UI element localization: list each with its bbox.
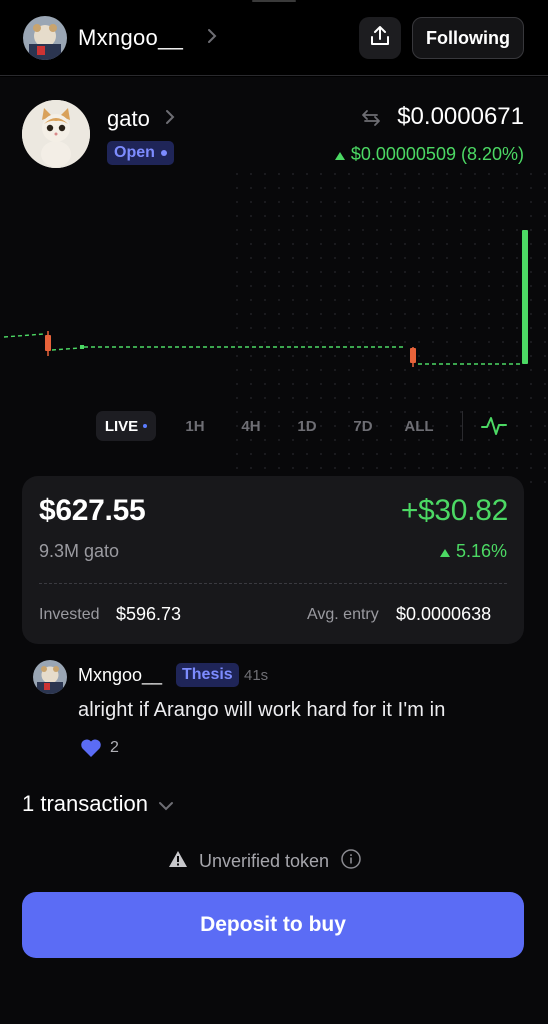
pnl-percent: 5.16% (439, 541, 507, 562)
transactions-toggle[interactable]: 1 transaction (22, 791, 174, 817)
position-value: $627.55 (39, 494, 146, 527)
swap-icon[interactable] (361, 108, 381, 133)
pulse-icon[interactable] (481, 415, 507, 442)
chevron-down-icon (158, 791, 174, 817)
chart-line-segment (51, 347, 81, 351)
thesis-badge: Thesis (176, 663, 239, 687)
candle-down (410, 348, 416, 363)
token-avatar[interactable] (22, 100, 90, 168)
drag-handle[interactable] (252, 0, 296, 2)
following-button[interactable]: Following (412, 17, 524, 59)
live-dot (143, 424, 148, 428)
unverified-notice: Unverified token (168, 848, 362, 875)
comment-text: alright if Arango will work hard for it … (78, 699, 446, 721)
tab-7d[interactable]: 7D (335, 418, 391, 435)
avg-entry-value: $0.0000638 (396, 604, 492, 624)
invested-label: Invested (39, 606, 100, 623)
position-card: $627.55 +$30.82 9.3M gato 5.16% Invested… (22, 476, 524, 644)
chart-line-segment (3, 333, 45, 338)
comment-avatar[interactable] (33, 660, 67, 694)
share-button[interactable] (359, 17, 401, 59)
tab-1d[interactable]: 1D (279, 418, 335, 435)
candle-up (522, 230, 528, 364)
tab-4h[interactable]: 4H (223, 418, 279, 435)
top-bar: Mxngoo__ Following (0, 0, 548, 76)
warning-icon (168, 850, 188, 873)
comment-time: 41s (244, 667, 269, 684)
position-pnl: +$30.82 (400, 494, 508, 527)
heart-icon[interactable] (80, 738, 102, 763)
status-dot (160, 150, 167, 156)
divider (462, 411, 463, 441)
main-content: gato Open $0.0000671 $0.00000509 (8.20%) (0, 77, 548, 1024)
deposit-button[interactable]: Deposit to buy (22, 892, 524, 958)
user-avatar[interactable] (23, 16, 67, 60)
info-icon[interactable] (340, 848, 362, 875)
candle-up (80, 345, 84, 349)
chevron-right-icon[interactable] (207, 28, 217, 49)
chevron-right-icon[interactable] (165, 109, 175, 130)
caret-up-icon (334, 144, 345, 165)
tab-live[interactable]: LIVE (96, 411, 156, 441)
timeframe-tabs: LIVE 1H 4H 1D 7D ALL (96, 410, 447, 442)
comment-author[interactable]: Mxngoo__ (78, 665, 162, 686)
candle-down (45, 335, 51, 351)
price-chart[interactable] (0, 207, 548, 387)
card-divider (39, 583, 507, 584)
token-price: $0.0000671 (397, 103, 524, 130)
share-icon (369, 25, 391, 52)
token-name[interactable]: gato (107, 106, 150, 132)
invested-value: $596.73 (116, 604, 182, 624)
tab-all[interactable]: ALL (391, 418, 447, 435)
tab-1h[interactable]: 1H (167, 418, 223, 435)
username[interactable]: Mxngoo__ (78, 25, 183, 51)
price-change: $0.00000509 (8.20%) (334, 144, 524, 165)
caret-up-icon (439, 541, 450, 562)
status-badge: Open (107, 141, 174, 165)
avg-entry-label: Avg. entry (307, 606, 379, 623)
like-count: 2 (110, 739, 119, 756)
position-amount: 9.3M gato (39, 541, 120, 561)
